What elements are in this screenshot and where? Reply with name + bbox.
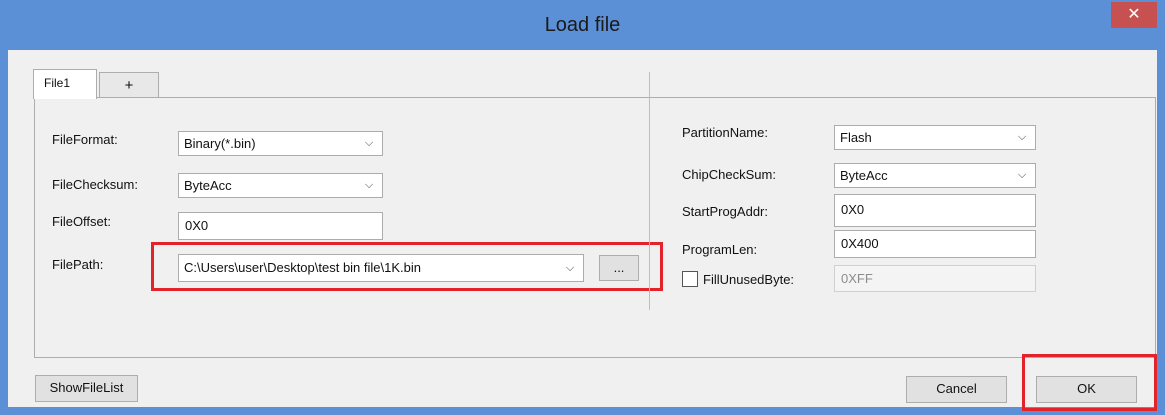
browse-button-label: ... xyxy=(613,260,625,275)
partition-name-select[interactable]: Flash ⌵ xyxy=(834,125,1036,150)
browse-button[interactable]: ... xyxy=(599,255,639,281)
start-prog-addr-input[interactable]: 0X0 xyxy=(834,194,1036,227)
chevron-down-icon: ⌵ xyxy=(565,262,575,274)
fill-unused-byte-value: 0XFF xyxy=(841,271,873,286)
ok-button[interactable]: OK xyxy=(1036,376,1137,403)
chevron-down-icon: ⌵ xyxy=(364,179,374,191)
fill-unused-byte-input: 0XFF xyxy=(834,265,1036,292)
close-button[interactable]: ✕ xyxy=(1111,2,1157,28)
column-divider xyxy=(649,72,650,310)
chevron-down-icon: ⌵ xyxy=(364,137,374,149)
file-offset-value: 0X0 xyxy=(185,218,209,233)
file-checksum-select[interactable]: ByteAcc ⌵ xyxy=(178,173,383,198)
program-len-label: ProgramLen: xyxy=(682,242,758,257)
file-offset-label: FileOffset: xyxy=(52,214,112,229)
title-bar[interactable]: Load file ✕ xyxy=(0,0,1165,50)
start-prog-addr-value: 0X0 xyxy=(841,202,865,217)
chevron-down-icon: ⌵ xyxy=(1017,131,1027,143)
partition-name-label: PartitionName: xyxy=(682,125,768,140)
chip-checksum-select[interactable]: ByteAcc ⌵ xyxy=(834,163,1036,188)
cancel-label: Cancel xyxy=(936,381,977,396)
file-format-label: FileFormat: xyxy=(52,132,118,147)
window-title: Load file xyxy=(544,14,621,36)
partition-name-value: Flash xyxy=(840,130,872,145)
chip-checksum-label: ChipCheckSum: xyxy=(682,167,776,182)
show-file-list-label: ShowFileList xyxy=(49,380,124,395)
tab-file1-label: File1 xyxy=(44,76,71,90)
fill-unused-byte-label: FillUnusedByte: xyxy=(703,272,795,287)
load-file-window: Load file ✕ File1 + FileFormat: Binary(*… xyxy=(0,0,1165,415)
start-prog-addr-label: StartProgAddr: xyxy=(682,204,768,219)
file-format-value: Binary(*.bin) xyxy=(184,136,256,151)
fill-unused-byte-checkbox[interactable] xyxy=(682,271,698,287)
file-offset-input[interactable]: 0X0 xyxy=(178,212,383,240)
file-path-label: FilePath: xyxy=(52,257,104,272)
tab-add[interactable]: + xyxy=(99,72,159,100)
close-icon: ✕ xyxy=(1127,6,1141,23)
cancel-button[interactable]: Cancel xyxy=(906,376,1007,403)
program-len-input[interactable]: 0X400 xyxy=(834,230,1036,258)
tab-file1[interactable]: File1 xyxy=(33,69,97,99)
file-path-select[interactable]: C:\Users\user\Desktop\test bin file\1K.b… xyxy=(178,254,584,282)
show-file-list-button[interactable]: ShowFileList xyxy=(35,375,138,402)
ok-label: OK xyxy=(1077,381,1096,396)
file-checksum-value: ByteAcc xyxy=(184,178,232,193)
file-format-select[interactable]: Binary(*.bin) ⌵ xyxy=(178,131,383,156)
program-len-value: 0X400 xyxy=(841,236,879,251)
chip-checksum-value: ByteAcc xyxy=(840,168,888,183)
chevron-down-icon: ⌵ xyxy=(1017,169,1027,181)
file-path-value: C:\Users\user\Desktop\test bin file\1K.b… xyxy=(184,260,421,275)
file-checksum-label: FileChecksum: xyxy=(52,177,138,192)
plus-icon: + xyxy=(124,77,134,94)
